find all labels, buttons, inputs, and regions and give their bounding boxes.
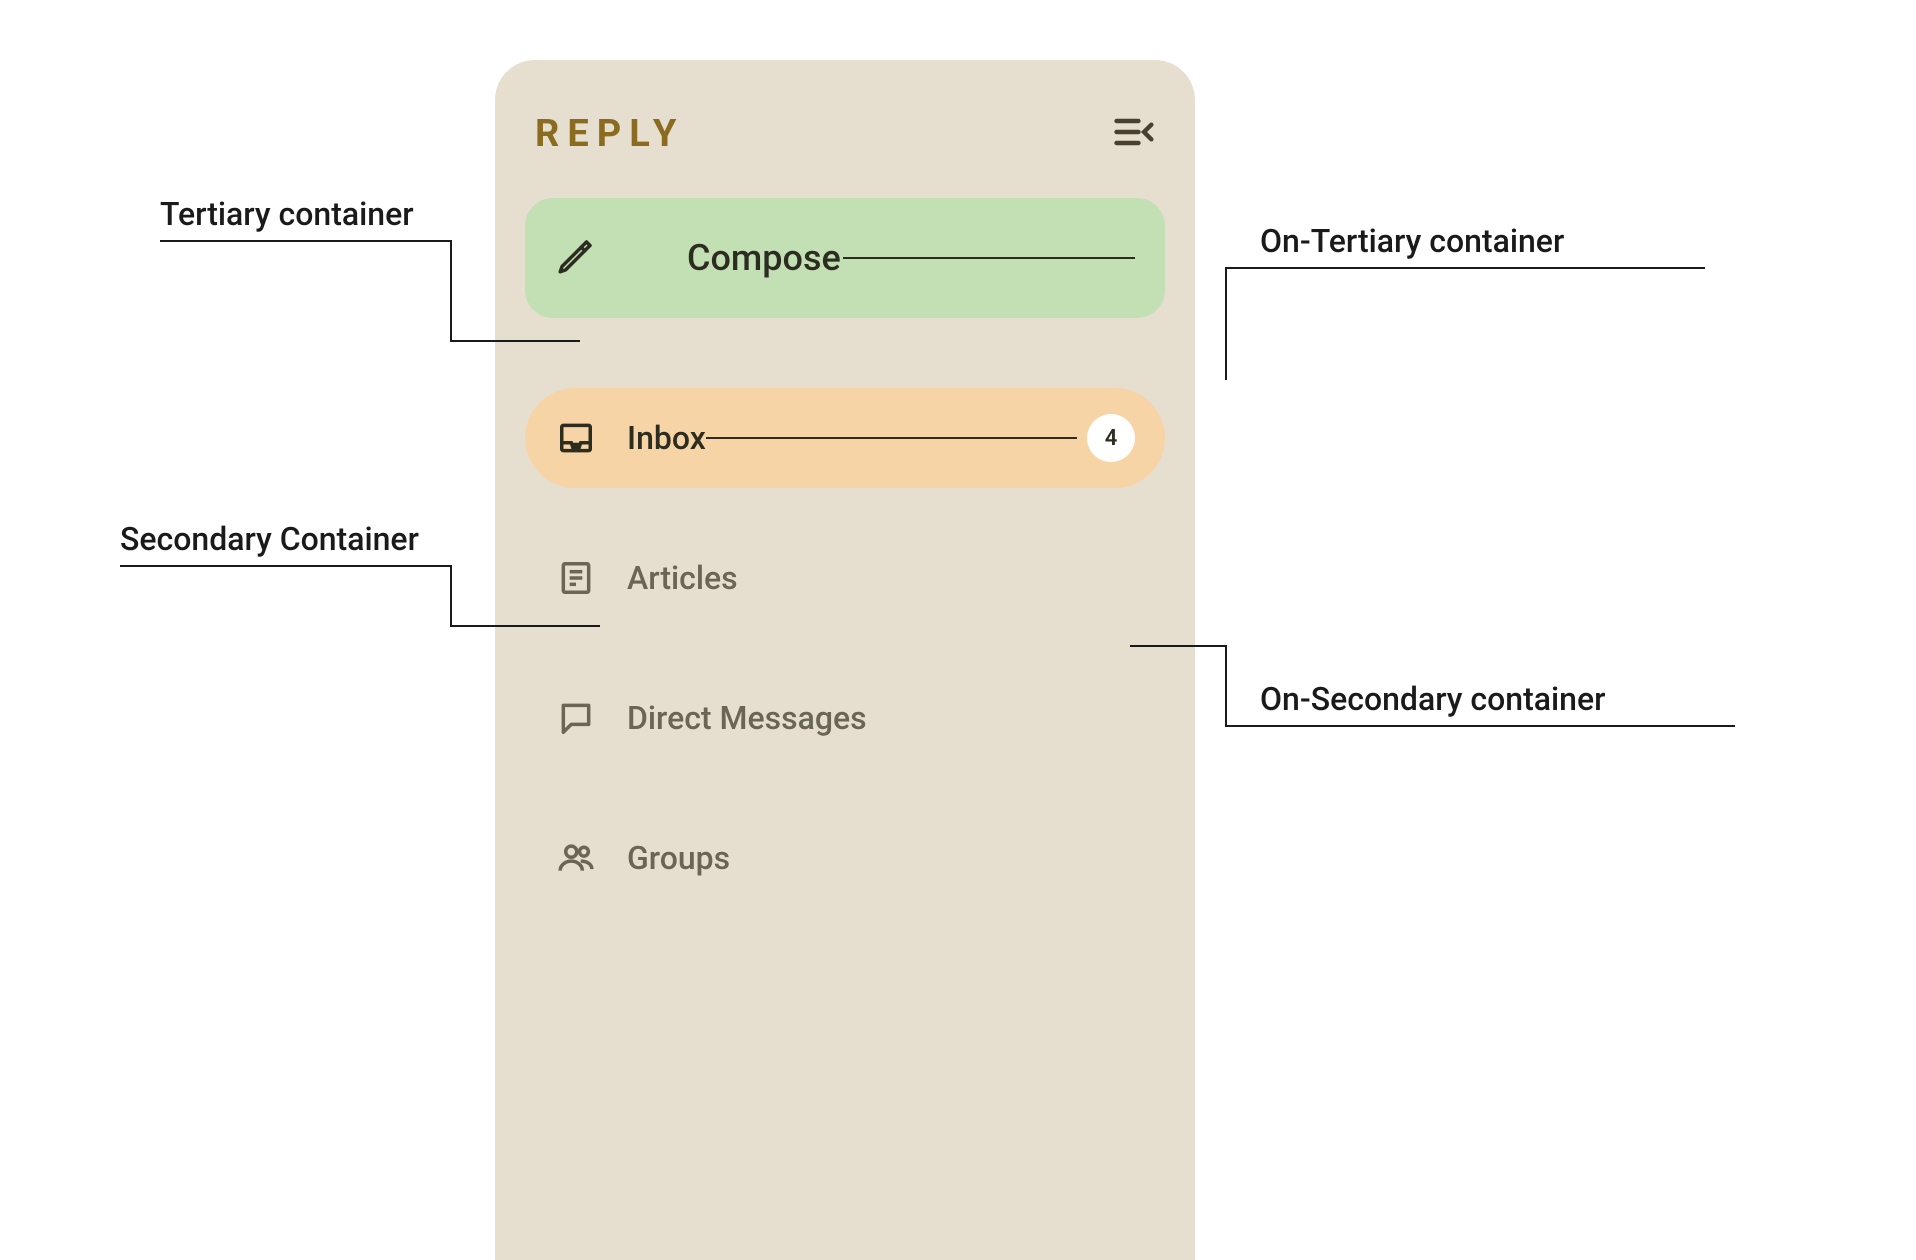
nav-label-inbox: Inbox	[627, 419, 706, 457]
nav-item-articles[interactable]: Articles	[525, 528, 1165, 628]
nav-item-dm[interactable]: Direct Messages	[525, 668, 1165, 768]
chat-icon	[555, 699, 597, 737]
leader-line	[1225, 645, 1227, 725]
connector-line	[843, 257, 1135, 259]
leader-line	[1225, 725, 1735, 727]
nav-label-dm: Direct Messages	[627, 699, 867, 737]
leader-line	[120, 565, 450, 567]
leader-line	[450, 240, 452, 340]
nav-label-articles: Articles	[627, 559, 738, 597]
leader-line	[450, 340, 580, 342]
connector-line	[706, 437, 1077, 439]
inbox-badge: 4	[1087, 414, 1135, 462]
annotation-on-secondary: On-Secondary container	[1260, 680, 1605, 718]
annotation-on-tertiary: On-Tertiary container	[1260, 222, 1564, 260]
leader-line	[450, 565, 452, 625]
compose-button[interactable]: Compose	[525, 198, 1165, 318]
inbox-icon	[555, 419, 597, 457]
nav-item-inbox[interactable]: Inbox 4	[525, 388, 1165, 488]
leader-line	[1130, 645, 1225, 647]
leader-line	[1225, 267, 1227, 380]
app-title: REPLY	[535, 112, 684, 156]
leader-line	[450, 625, 600, 627]
nav-label-groups: Groups	[627, 839, 730, 877]
compose-label: Compose	[687, 237, 841, 279]
leader-line	[160, 240, 450, 242]
leader-line	[1225, 267, 1705, 269]
navigation-drawer: REPLY Compose Inbox	[495, 60, 1195, 1260]
menu-collapse-icon[interactable]	[1111, 110, 1155, 158]
article-icon	[555, 559, 597, 597]
pencil-icon	[555, 235, 597, 281]
drawer-header: REPLY	[525, 110, 1165, 198]
annotation-secondary: Secondary Container	[120, 520, 419, 558]
nav-item-groups[interactable]: Groups	[525, 808, 1165, 908]
group-icon	[555, 839, 597, 877]
annotation-tertiary: Tertiary container	[160, 195, 414, 233]
